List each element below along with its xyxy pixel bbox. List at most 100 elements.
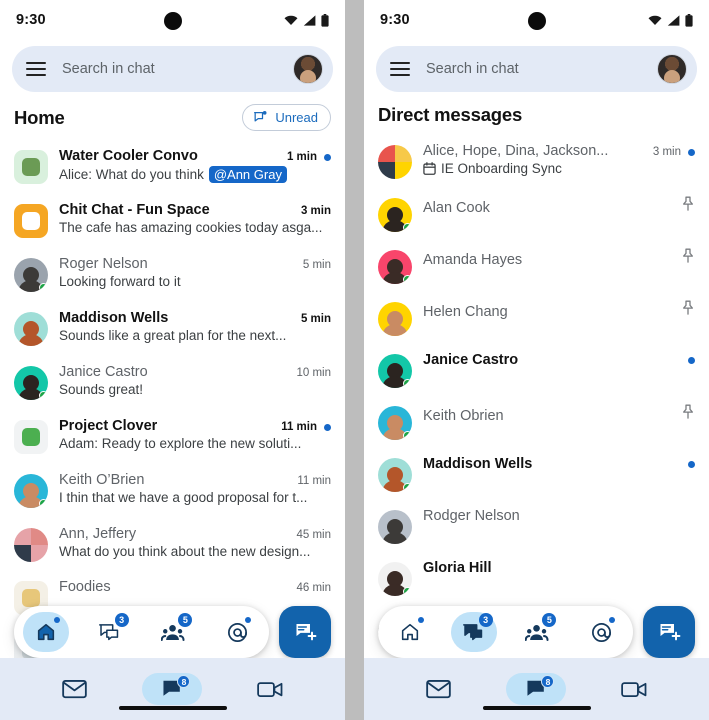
nav-mentions-at[interactable] <box>214 612 260 652</box>
presence-indicator <box>403 483 412 492</box>
search-bar[interactable]: Search in chat <box>376 46 697 92</box>
row-snippet-text: Alice: What do you think <box>59 167 204 182</box>
hamburger-menu-icon[interactable] <box>26 62 46 76</box>
sys-mail[interactable] <box>45 673 105 705</box>
presence-indicator <box>403 431 412 440</box>
row-trailing: 10 min <box>288 367 331 379</box>
row-trailing: 1 min <box>279 151 331 163</box>
avatar <box>378 250 412 284</box>
row-timestamp: 45 min <box>296 529 331 541</box>
list-item[interactable]: Ann, Jeffery 45 min What do you think abou… <box>0 517 345 571</box>
list-item[interactable]: Maddison Wells <box>364 448 709 500</box>
list-item[interactable]: Gloria Hill <box>364 552 709 604</box>
row-content: Roger Nelson 5 min Looking forward to it <box>59 256 331 289</box>
row-snippet-text: Sounds like a great plan for the next... <box>59 328 287 343</box>
row-header: Helen Chang <box>423 300 695 321</box>
avatar <box>14 204 48 238</box>
pin-icon[interactable] <box>681 196 695 217</box>
nav-spaces-people[interactable]: 5 <box>150 612 196 652</box>
sys-video-camera[interactable] <box>240 673 300 705</box>
signal-icon <box>667 14 680 26</box>
nav-chat-bubble[interactable]: 3 <box>87 612 133 652</box>
floating-nav-wrap: 35 <box>364 606 709 658</box>
avatar <box>14 528 48 562</box>
list-item[interactable]: Alice, Hope, Dina, Jackson... 3 min IE Onb… <box>364 134 709 188</box>
unread-filter-button[interactable]: Unread <box>242 104 331 131</box>
unread-chat-icon <box>253 110 268 125</box>
row-content: Foodies 46 min <box>59 579 331 595</box>
list-item[interactable]: Janice Castro 10 min Sounds great! <box>0 355 345 409</box>
hamburger-menu-icon[interactable] <box>390 62 410 76</box>
list-item[interactable]: Alan Cook <box>364 188 709 240</box>
floating-nav-wrap: 35 <box>0 606 345 658</box>
list-item[interactable]: Janice Castro <box>364 344 709 396</box>
phone-left: 9:30 Search in chat Home Unread Water Cooler… <box>0 0 345 720</box>
row-timestamp: 10 min <box>296 367 331 379</box>
presence-indicator <box>403 587 412 596</box>
status-bar: 9:30 <box>0 0 345 40</box>
row-timestamp: 1 min <box>286 151 317 163</box>
sys-chat[interactable]: 8 <box>506 673 567 705</box>
search-bar[interactable]: Search in chat <box>12 46 333 92</box>
row-content: Janice Castro 10 min Sounds great! <box>59 364 331 397</box>
row-header: Keith Obrien <box>423 404 695 425</box>
sys-mail[interactable] <box>409 673 469 705</box>
list-item[interactable]: Rodger Nelson <box>364 500 709 552</box>
nav-dot <box>417 617 424 623</box>
nav-home[interactable] <box>22 612 69 652</box>
sys-video-camera[interactable] <box>604 673 664 705</box>
list-item[interactable]: Project Clover 11 min Adam: Ready to explo… <box>0 409 345 463</box>
avatar <box>14 366 48 400</box>
list-item[interactable]: Keith O’Brien 11 min I thin that we have a… <box>0 463 345 517</box>
battery-icon <box>685 13 693 27</box>
row-snippet-text: Looking forward to it <box>59 274 181 289</box>
list-item[interactable]: Chit Chat - Fun Space 3 min The cafe has a… <box>0 193 345 247</box>
row-trailing: 45 min <box>288 529 331 541</box>
row-trailing: 3 min <box>293 205 331 217</box>
search-input[interactable]: Search in chat <box>62 61 293 77</box>
list-item[interactable]: Keith Obrien <box>364 396 709 448</box>
signal-icon <box>303 14 316 26</box>
nav-spaces-people[interactable]: 5 <box>514 612 560 652</box>
compose-fab[interactable] <box>643 606 695 658</box>
nav-chat-bubble[interactable]: 3 <box>450 612 497 652</box>
row-trailing <box>673 404 695 425</box>
unread-filter-label: Unread <box>275 110 318 125</box>
nav-badge: 3 <box>478 613 493 627</box>
mention-chip[interactable]: @Ann Gray <box>208 166 287 183</box>
pin-icon[interactable] <box>681 300 695 321</box>
home-indicator[interactable] <box>482 706 591 710</box>
nav-badge: 5 <box>542 613 557 627</box>
row-trailing: 3 min <box>645 146 695 158</box>
list-item[interactable]: Water Cooler Convo 1 min Alice: What do yo… <box>0 139 345 193</box>
pin-icon[interactable] <box>681 248 695 269</box>
row-timestamp: 46 min <box>296 582 331 594</box>
row-header: Alice, Hope, Dina, Jackson... 3 min <box>423 143 695 159</box>
mail-icon <box>426 679 452 699</box>
status-icons <box>648 13 693 27</box>
row-title: Helen Chang <box>423 304 508 320</box>
row-timestamp: 5 min <box>300 313 331 325</box>
sys-chat[interactable]: 8 <box>142 673 203 705</box>
list-item[interactable]: Amanda Hayes <box>364 240 709 292</box>
compose-fab[interactable] <box>279 606 331 658</box>
avatar <box>14 258 48 292</box>
home-indicator[interactable] <box>118 706 227 710</box>
list-item[interactable]: Helen Chang <box>364 292 709 344</box>
row-header: Rodger Nelson <box>423 508 695 524</box>
account-avatar[interactable] <box>657 54 687 84</box>
row-title: Maddison Wells <box>423 456 533 472</box>
row-title: Ann, Jeffery <box>59 526 137 542</box>
nav-home[interactable] <box>387 612 433 652</box>
row-snippet-text: Adam: Ready to explore the new soluti... <box>59 436 302 451</box>
pin-icon[interactable] <box>681 404 695 425</box>
nav-mentions-at[interactable] <box>578 612 624 652</box>
row-title: Janice Castro <box>59 364 148 380</box>
mail-icon <box>62 679 88 699</box>
row-content: Alan Cook <box>423 196 695 217</box>
account-avatar[interactable] <box>293 54 323 84</box>
row-header: Foodies 46 min <box>59 579 331 595</box>
list-item[interactable]: Roger Nelson 5 min Looking forward to it <box>0 247 345 301</box>
list-item[interactable]: Maddison Wells 5 min Sounds like a great p… <box>0 301 345 355</box>
search-input[interactable]: Search in chat <box>426 61 657 77</box>
